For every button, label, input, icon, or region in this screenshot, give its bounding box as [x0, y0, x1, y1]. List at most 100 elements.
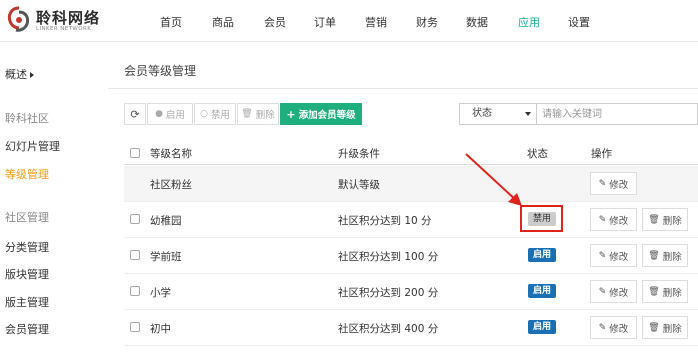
status-select[interactable]: 状态: [459, 103, 537, 125]
divider: [108, 88, 698, 89]
refresh-icon: ⟳: [130, 107, 140, 121]
delete-label: 删除: [255, 110, 275, 121]
row-checkbox[interactable]: [130, 214, 140, 224]
status-select-value: 状态: [472, 108, 492, 119]
row-checkbox[interactable]: [130, 250, 140, 260]
chevron-down-icon: [525, 112, 531, 116]
row-checkbox[interactable]: [130, 286, 140, 296]
edit-button[interactable]: ✎ 修改: [590, 280, 637, 303]
level-condition: 社区积分达到 100 分: [338, 251, 439, 263]
trash-icon: 🗑: [648, 214, 660, 225]
level-condition: 社区积分达到 200 分: [338, 287, 439, 299]
nav-home[interactable]: 首页: [160, 14, 182, 30]
edit-button[interactable]: ✎ 修改: [590, 244, 637, 267]
delete-label: 删除: [662, 251, 682, 263]
plus-icon: +: [286, 107, 296, 121]
edit-button[interactable]: ✎ 修改: [590, 172, 637, 195]
circle-icon: ○: [200, 109, 208, 119]
nav-apps[interactable]: 应用: [518, 14, 540, 30]
level-name: 小学: [150, 287, 171, 299]
pencil-icon: ✎: [598, 178, 607, 189]
delete-label: 删除: [662, 215, 682, 227]
sidebar-item-members[interactable]: 会员管理: [5, 321, 49, 337]
column-header-name: 等级名称: [150, 148, 192, 160]
edit-label: 修改: [609, 251, 629, 263]
column-header-status: 状态: [527, 148, 548, 160]
refresh-button[interactable]: ⟳: [124, 103, 146, 125]
delete-label: 删除: [662, 323, 682, 335]
sidebar-group-community: 聆科社区: [5, 112, 49, 125]
add-level-button[interactable]: + 添加会员等级: [280, 103, 362, 125]
sidebar-item-categories[interactable]: 分类管理: [5, 239, 49, 255]
pencil-icon: ✎: [598, 286, 607, 297]
status-badge[interactable]: 启用: [528, 284, 557, 298]
enable-label: 启用: [165, 110, 185, 121]
nav-marketing[interactable]: 营销: [365, 14, 387, 30]
table-row: 小学 社区积分达到 200 分 启用 ✎ 修改 🗑 删除: [124, 274, 698, 310]
delete-row-button[interactable]: 🗑 删除: [642, 316, 688, 339]
page-title: 会员等级管理: [124, 64, 197, 78]
level-condition: 社区积分达到 400 分: [338, 323, 439, 335]
level-name: 初中: [150, 323, 171, 335]
sidebar-group-manage: 社区管理: [5, 211, 49, 224]
trash-icon: 🗑: [648, 322, 660, 333]
enable-button[interactable]: ● 启用: [147, 103, 193, 125]
edit-label: 修改: [609, 323, 629, 335]
sidebar-item-boards[interactable]: 版块管理: [5, 266, 49, 282]
delete-label: 删除: [662, 287, 682, 299]
table-row: 初中 社区积分达到 400 分 启用 ✎ 修改 🗑 删除: [124, 310, 698, 346]
edit-button[interactable]: ✎ 修改: [590, 316, 637, 339]
level-name: 学前班: [150, 251, 182, 263]
delete-button[interactable]: 🗑 删除: [237, 103, 279, 125]
edit-label: 修改: [609, 287, 629, 299]
nav-members[interactable]: 会员: [264, 14, 286, 30]
edit-label: 修改: [609, 215, 629, 227]
nav-data[interactable]: 数据: [466, 14, 488, 30]
nav-orders[interactable]: 订单: [314, 14, 336, 30]
nav-settings[interactable]: 设置: [568, 14, 590, 30]
dot-icon: ●: [155, 109, 163, 119]
column-header-condition: 升级条件: [338, 148, 380, 160]
table-row: 学前班 社区积分达到 100 分 启用 ✎ 修改 🗑 删除: [124, 238, 698, 274]
status-badge[interactable]: 启用: [528, 320, 557, 334]
sidebar-item-overview[interactable]: 概述: [5, 66, 34, 82]
pencil-icon: ✎: [598, 250, 607, 261]
disable-button[interactable]: ○ 禁用: [194, 103, 236, 125]
edit-label: 修改: [609, 179, 629, 191]
sidebar-item-moderators[interactable]: 版主管理: [5, 294, 49, 310]
status-badge[interactable]: 启用: [528, 248, 557, 262]
pencil-icon: ✎: [598, 322, 607, 333]
logo-subtitle: LINKER NETWORK: [36, 26, 92, 32]
logo-mark-icon: [7, 6, 30, 32]
logo[interactable]: 聆科网络 LINKER NETWORK: [6, 6, 106, 36]
delete-row-button[interactable]: 🗑 删除: [642, 280, 688, 303]
column-header-action: 操作: [591, 148, 612, 160]
trash-icon: 🗑: [241, 109, 253, 119]
add-level-label: 添加会员等级: [298, 110, 356, 121]
delete-row-button[interactable]: 🗑 删除: [642, 244, 688, 267]
trash-icon: 🗑: [648, 286, 660, 297]
sidebar: 概述 聆科社区 幻灯片管理 等级管理 社区管理 分类管理 版块管理 版主管理 会…: [0, 42, 108, 355]
level-condition: 社区积分达到 10 分: [338, 215, 432, 227]
sidebar-item-slides[interactable]: 幻灯片管理: [5, 138, 60, 154]
level-name: 社区粉丝: [150, 179, 192, 191]
pencil-icon: ✎: [598, 214, 607, 225]
select-all-checkbox[interactable]: [130, 148, 140, 158]
search-input[interactable]: [537, 103, 698, 125]
level-name: 幼稚园: [150, 215, 182, 227]
nav-products[interactable]: 商品: [212, 14, 234, 30]
delete-row-button[interactable]: 🗑 删除: [642, 208, 688, 231]
divider: [124, 164, 698, 165]
trash-icon: 🗑: [648, 250, 660, 261]
disable-label: 禁用: [210, 110, 230, 121]
table-row: 社区粉丝 默认等级 ✎ 修改: [124, 166, 698, 202]
row-checkbox[interactable]: [130, 322, 140, 332]
top-nav: 聆科网络 LINKER NETWORK 首页 商品 会员 订单 营销 财务 数据…: [0, 0, 698, 42]
nav-finance[interactable]: 财务: [416, 14, 438, 30]
caret-right-icon: [30, 72, 34, 78]
level-condition: 默认等级: [338, 179, 380, 191]
sidebar-item-levels[interactable]: 等级管理: [5, 166, 49, 182]
edit-button[interactable]: ✎ 修改: [590, 208, 637, 231]
table-row: 幼稚园 社区积分达到 10 分 禁用 ✎ 修改 🗑 删除: [124, 202, 698, 238]
logo-name: 聆科网络: [36, 9, 101, 27]
